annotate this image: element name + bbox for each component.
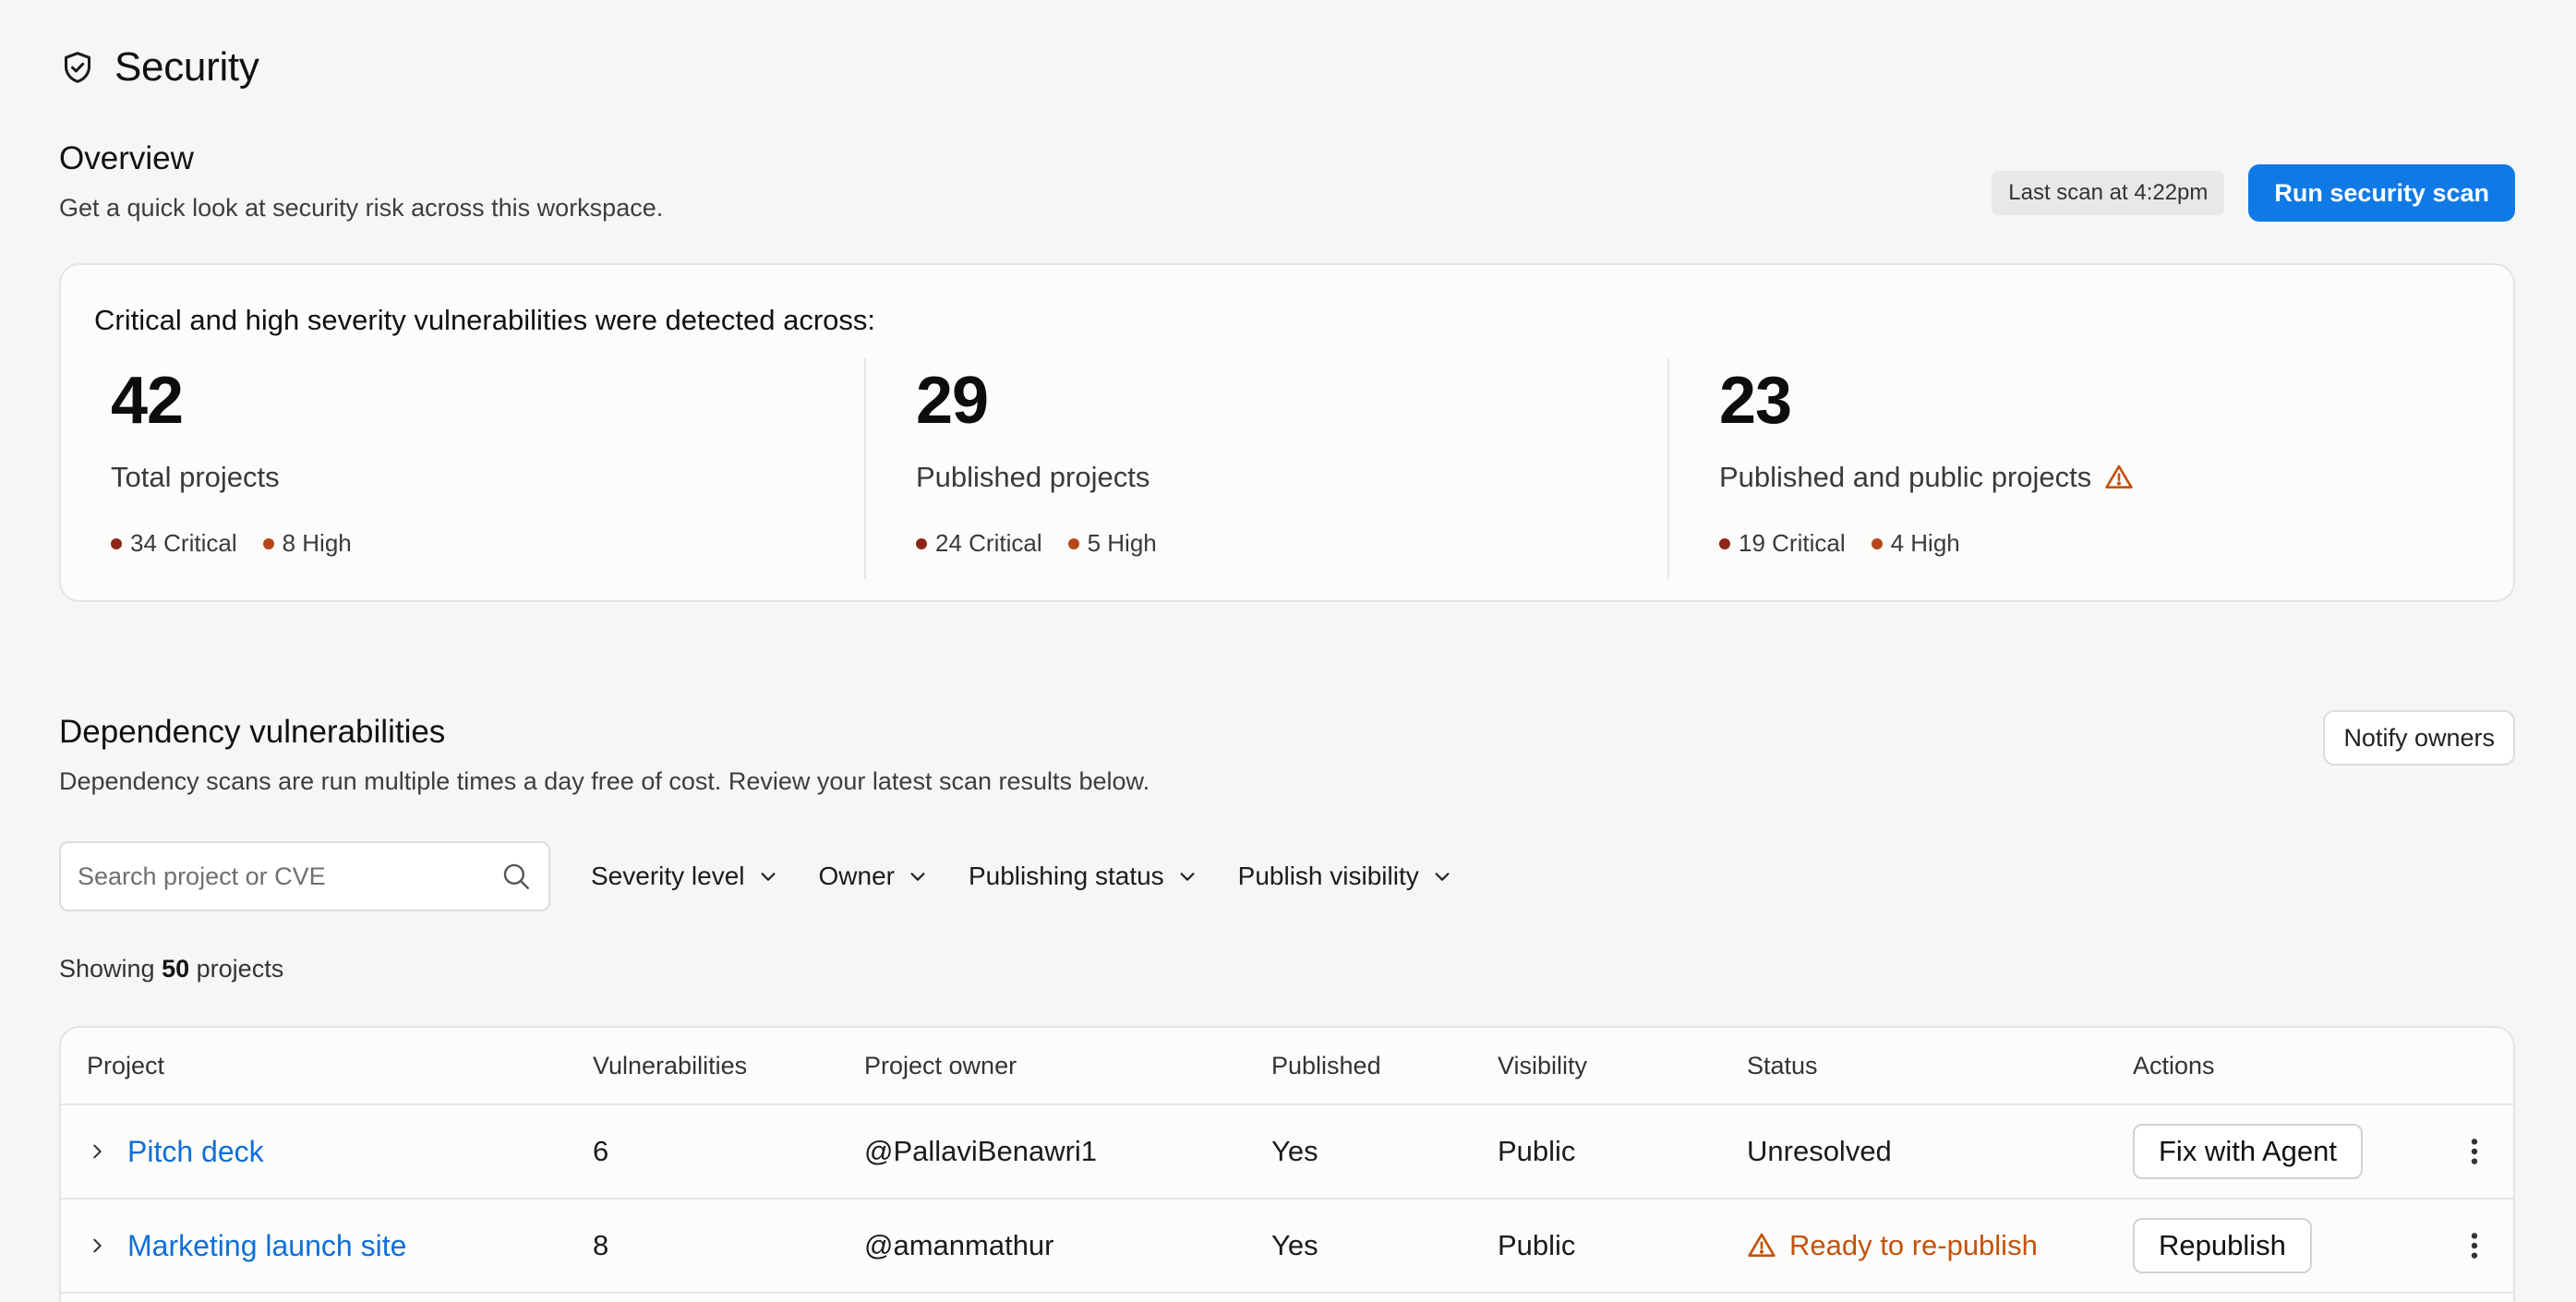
status-cell: Unresolved xyxy=(1747,1135,1892,1167)
high-dot-icon xyxy=(1871,537,1883,549)
stat-total-projects: 42 Total projects 34 Critical 8 High xyxy=(61,357,864,579)
column-header-owner: Project owner xyxy=(864,1051,1017,1079)
chevron-down-icon xyxy=(910,873,925,881)
visibility-cell: Public xyxy=(1498,1135,1576,1167)
status-warning: Ready to re-publish xyxy=(1747,1229,2038,1262)
fix-with-agent-button[interactable]: Fix with Agent xyxy=(2133,1124,2363,1179)
last-scan-badge: Last scan at 4:22pm xyxy=(1992,171,2225,215)
high-count: 8 High xyxy=(262,529,352,558)
dependency-title: Dependency vulnerabilities xyxy=(59,714,446,750)
critical-dot-icon xyxy=(1719,537,1730,549)
high-dot-icon xyxy=(1067,537,1079,549)
shield-check-icon xyxy=(65,52,90,83)
filter-publish-visibility[interactable]: Publish visibility xyxy=(1238,862,1452,891)
column-header-project: Project xyxy=(87,1051,165,1079)
table-row: Marketing launch site 8 @amanmathur Yes … xyxy=(61,1200,2513,1294)
column-header-vulnerabilities: Vulnerabilities xyxy=(593,1051,748,1079)
critical-dot-icon xyxy=(916,537,927,549)
results-count: Showing 50 projects xyxy=(59,955,284,983)
column-header-visibility: Visibility xyxy=(1498,1051,1588,1079)
dependency-description: Dependency scans are run multiple times … xyxy=(59,767,1150,795)
critical-dot-icon xyxy=(111,537,122,549)
project-link[interactable]: Pitch deck xyxy=(127,1135,264,1169)
warning-icon xyxy=(2105,464,2133,488)
published-cell: Yes xyxy=(1271,1135,1318,1167)
filter-bar: Severity level Owner Publishing status P… xyxy=(59,841,1452,911)
table-row: Pitch deck 6 @PallaviBenawri1 Yes Public… xyxy=(61,1105,2513,1200)
filter-owner[interactable]: Owner xyxy=(819,862,928,891)
high-dot-icon xyxy=(262,537,274,549)
overview-header: Overview Get a quick look at security ri… xyxy=(59,140,2515,223)
filter-severity-level[interactable]: Severity level xyxy=(591,862,778,891)
warning-icon xyxy=(1748,1233,1776,1257)
chevron-down-icon xyxy=(1435,873,1450,881)
severity-breakdown: 19 Critical 4 High xyxy=(1719,529,1960,558)
visibility-cell: Public xyxy=(1498,1229,1576,1261)
more-vertical-icon xyxy=(2471,1139,2478,1164)
owner-cell: @PallaviBenawri1 xyxy=(864,1135,1098,1167)
summary-card: Critical and high severity vulnerabiliti… xyxy=(59,263,2515,602)
filter-publishing-status[interactable]: Publishing status xyxy=(969,862,1198,891)
overview-actions: Last scan at 4:22pm Run security scan xyxy=(1992,164,2515,222)
stat-value: 29 xyxy=(916,364,989,438)
stat-value: 42 xyxy=(111,364,184,438)
notify-owners-button[interactable]: Notify owners xyxy=(2323,710,2515,766)
published-cell: Yes xyxy=(1271,1229,1318,1261)
summary-lead: Critical and high severity vulnerabiliti… xyxy=(94,304,876,336)
more-cell xyxy=(2452,1105,2497,1198)
project-link[interactable]: Marketing launch site xyxy=(127,1229,406,1263)
project-cell: Pitch deck xyxy=(87,1105,264,1198)
run-security-scan-button[interactable]: Run security scan xyxy=(2248,164,2515,222)
more-options-button[interactable] xyxy=(2452,1129,2497,1174)
column-header-status: Status xyxy=(1747,1051,1818,1079)
more-cell xyxy=(2452,1200,2497,1292)
critical-count: 24 Critical xyxy=(916,529,1042,558)
stat-published-public-projects: 23 Published and public projects 19 Crit… xyxy=(1667,357,2515,579)
chevron-right-icon[interactable] xyxy=(87,1236,107,1256)
stat-label: Published projects xyxy=(916,461,1150,493)
page-header: Security xyxy=(59,44,259,90)
more-options-button[interactable] xyxy=(2452,1224,2497,1268)
stat-value: 23 xyxy=(1719,364,1792,438)
severity-breakdown: 34 Critical 8 High xyxy=(111,529,352,558)
republish-button[interactable]: Republish xyxy=(2133,1218,2312,1273)
chevron-down-icon xyxy=(1180,873,1195,881)
actions-cell: Republish xyxy=(2133,1200,2312,1292)
dependency-header: Dependency vulnerabilities Dependency sc… xyxy=(59,710,2515,796)
severity-breakdown: 24 Critical 5 High xyxy=(916,529,1157,558)
owner-cell: @amanmathur xyxy=(864,1229,1054,1261)
security-page: Security Overview Get a quick look at se… xyxy=(0,0,2576,1302)
chevron-right-icon[interactable] xyxy=(87,1141,107,1162)
search-box xyxy=(59,841,550,911)
high-count: 4 High xyxy=(1871,529,1960,558)
column-header-actions: Actions xyxy=(2133,1051,2215,1079)
search-input[interactable] xyxy=(78,862,500,891)
status-cell: Ready to re-publish xyxy=(1747,1200,2038,1292)
chevron-down-icon xyxy=(760,873,776,881)
project-cell: Marketing launch site xyxy=(87,1200,406,1292)
critical-count: 19 Critical xyxy=(1719,529,1846,558)
vulnerabilities-table: Project Vulnerabilities Project owner Pu… xyxy=(59,1026,2515,1302)
stat-label: Total projects xyxy=(111,461,280,493)
column-header-published: Published xyxy=(1271,1051,1381,1079)
vulnerabilities-cell: 6 xyxy=(593,1135,609,1167)
critical-count: 34 Critical xyxy=(111,529,237,558)
vulnerabilities-cell: 8 xyxy=(593,1229,609,1261)
table-header: Project Vulnerabilities Project owner Pu… xyxy=(61,1028,2513,1105)
page-title: Security xyxy=(114,44,259,90)
actions-cell: Fix with Agent xyxy=(2133,1105,2363,1198)
high-count: 5 High xyxy=(1067,529,1157,558)
stat-published-projects: 29 Published projects 24 Critical 5 High xyxy=(864,357,1667,579)
search-icon[interactable] xyxy=(500,861,532,892)
more-vertical-icon xyxy=(2471,1233,2478,1259)
stat-label: Published and public projects xyxy=(1719,461,2134,494)
